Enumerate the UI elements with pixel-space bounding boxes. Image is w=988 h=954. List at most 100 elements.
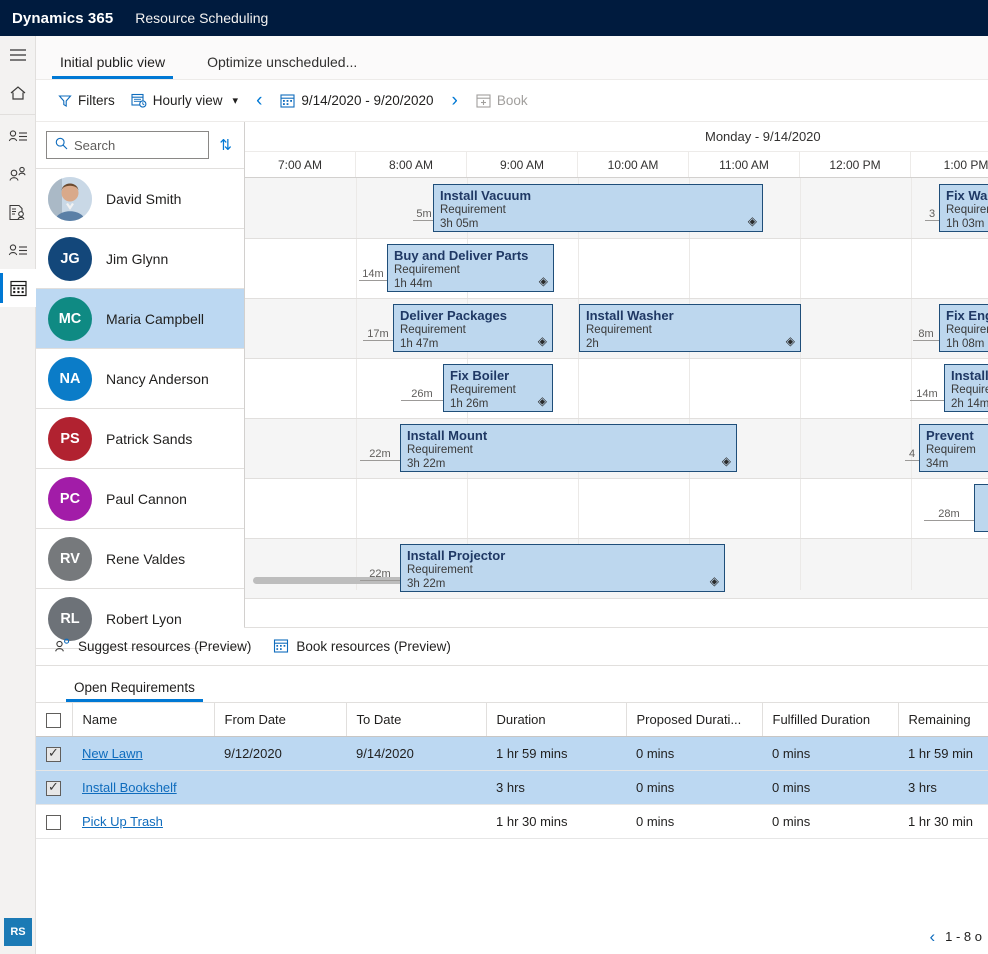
row-checkbox[interactable] [46, 747, 61, 762]
column-header[interactable]: Proposed Durati... [626, 703, 762, 737]
schedule-board-calendar-icon[interactable] [0, 269, 36, 307]
hourly-view-icon [131, 93, 147, 108]
tab-optimize-unscheduled[interactable]: Optimize unscheduled... [199, 54, 365, 79]
view-mode-button[interactable]: Hourly view ▾ [123, 89, 246, 112]
appointment-block[interactable]: Install VacuumRequirement3h 05m◈ [433, 184, 763, 232]
requirement-name-cell[interactable]: Pick Up Trash [72, 805, 214, 839]
time-slot-header: 11:00 AM [689, 152, 800, 177]
travel-time-line [359, 280, 387, 281]
appointment-duration: 3h 22m [407, 577, 718, 591]
column-header[interactable]: To Date [346, 703, 486, 737]
travel-time-label: 22m [369, 448, 390, 460]
appointment-title: Install Mount [407, 428, 730, 443]
search-input[interactable]: Search [46, 131, 209, 159]
row-select-cell[interactable] [36, 805, 72, 839]
resource-row[interactable]: PCPaul Cannon [36, 469, 244, 529]
appointment-duration: 2h 14m [951, 397, 988, 411]
appointment-block[interactable]: Fix BoilerRequirement1h 26m◈ [443, 364, 553, 412]
travel-time-line [360, 580, 400, 581]
travel-time-indicator: 17m [363, 328, 393, 341]
hamburger-menu-icon[interactable] [0, 36, 36, 74]
appointment-type: Requirem [946, 323, 988, 337]
search-placeholder-text: Search [74, 138, 115, 153]
previous-period-button[interactable]: ‹ [246, 91, 272, 110]
suggest-resources-button[interactable]: Suggest resources (Preview) [54, 638, 251, 656]
table-row[interactable]: New Lawn9/12/20209/14/20201 hr 59 mins0 … [36, 737, 988, 771]
appointment-block[interactable]: Buy and Deliver PartsRequirement1h 44m◈ [387, 244, 554, 292]
top-navigation-bar: Dynamics 365 Resource Scheduling [0, 0, 988, 36]
filters-button[interactable]: Filters [50, 89, 123, 112]
appointment-block[interactable]: Install ProjectorRequirement3h 22m◈ [400, 544, 725, 592]
select-all-checkbox[interactable] [46, 713, 61, 728]
sort-toggle-icon[interactable]: ⇅ [217, 136, 234, 154]
pager-previous-icon[interactable]: ‹ [929, 927, 935, 947]
book-button[interactable]: Book [468, 89, 536, 112]
table-row[interactable]: Install Bookshelf3 hrs0 mins0 mins3 hrs [36, 771, 988, 805]
time-slot-header: 9:00 AM [467, 152, 578, 177]
resource-row[interactable]: JGJim Glynn [36, 229, 244, 289]
resource-row[interactable]: RVRene Valdes [36, 529, 244, 589]
travel-time-line [913, 340, 939, 341]
appointment-title: Buy and Deliver Parts [394, 248, 547, 263]
home-icon[interactable] [0, 74, 36, 112]
recent-records-icon[interactable] [0, 117, 36, 155]
appointment-block[interactable]: Deliver PackagesRequirement1h 47m◈ [393, 304, 553, 352]
appointment-block[interactable]: InstallRequire2h 14m [944, 364, 988, 412]
requirement-name-link[interactable]: Pick Up Trash [82, 814, 163, 829]
time-slot-header: 1:00 PM [911, 152, 988, 177]
proposed-duration-cell: 0 mins [626, 805, 762, 839]
requirement-name-cell[interactable]: Install Bookshelf [72, 771, 214, 805]
column-header[interactable]: Remaining [898, 703, 988, 737]
appointment-title: Install [951, 368, 988, 383]
requirement-name-link[interactable]: New Lawn [82, 746, 143, 761]
appointment-block[interactable]: Fix WaRequirem1h 03m [939, 184, 988, 232]
next-period-button[interactable]: › [442, 91, 468, 110]
resource-list: David SmithJGJim GlynnMCMaria CampbellNA… [36, 168, 244, 649]
resources-people-icon[interactable] [0, 155, 36, 193]
grid-lines [245, 178, 988, 590]
tab-open-requirements[interactable]: Open Requirements [66, 680, 203, 702]
appointment-block[interactable]: Install MountRequirement3h 22m◈ [400, 424, 737, 472]
resource-groups-icon[interactable] [0, 231, 36, 269]
appointment-block[interactable]: Install WasherRequirement2h◈ [579, 304, 801, 352]
travel-time-indicator: 14m [910, 388, 944, 401]
appointment-title: Install Projector [407, 548, 718, 563]
appointment-type: Requirement [400, 323, 546, 337]
column-header[interactable]: Name [72, 703, 214, 737]
avatar: MC [48, 297, 92, 341]
duration-cell: 1 hr 59 mins [486, 737, 626, 771]
filters-label: Filters [78, 93, 115, 108]
avatar: RV [48, 537, 92, 581]
travel-time-label: 8m [918, 328, 933, 340]
row-select-cell[interactable] [36, 737, 72, 771]
rail-app-badge[interactable]: RS [4, 918, 32, 946]
appointment-block[interactable] [974, 484, 988, 532]
column-header[interactable]: Fulfilled Duration [762, 703, 898, 737]
resource-row[interactable]: PSPatrick Sands [36, 409, 244, 469]
requirement-name-cell[interactable]: New Lawn [72, 737, 214, 771]
row-select-cell[interactable] [36, 771, 72, 805]
column-header[interactable]: From Date [214, 703, 346, 737]
grid-horizontal-line [245, 358, 988, 359]
day-header: Monday - 9/14/2020 [245, 122, 988, 152]
appointment-block[interactable]: Fix EngRequirem1h 08m [939, 304, 988, 352]
row-checkbox[interactable] [46, 781, 61, 796]
app-root: Dynamics 365 Resource Scheduling RS [0, 0, 988, 954]
resource-row[interactable]: NANancy Anderson [36, 349, 244, 409]
requirement-name-link[interactable]: Install Bookshelf [82, 780, 177, 795]
column-header[interactable]: Duration [486, 703, 626, 737]
appointment-block[interactable]: PreventRequirem34m◈ [919, 424, 988, 472]
travel-time-line [925, 220, 939, 221]
appointment-duration: 2h [586, 337, 794, 351]
row-checkbox[interactable] [46, 815, 61, 830]
table-body: New Lawn9/12/20209/14/20201 hr 59 mins0 … [36, 737, 988, 839]
book-calendar-add-icon [476, 93, 491, 108]
table-row[interactable]: Pick Up Trash1 hr 30 mins0 mins0 mins1 h… [36, 805, 988, 839]
tab-initial-public-view[interactable]: Initial public view [52, 54, 173, 79]
date-range-button[interactable]: 9/14/2020 - 9/20/2020 [272, 89, 441, 112]
requirements-document-icon[interactable] [0, 193, 36, 231]
appointment-duration: 34m [926, 457, 988, 471]
resource-row[interactable]: David Smith [36, 169, 244, 229]
book-resources-button[interactable]: Book resources (Preview) [273, 638, 451, 656]
resource-row[interactable]: MCMaria Campbell [36, 289, 244, 349]
